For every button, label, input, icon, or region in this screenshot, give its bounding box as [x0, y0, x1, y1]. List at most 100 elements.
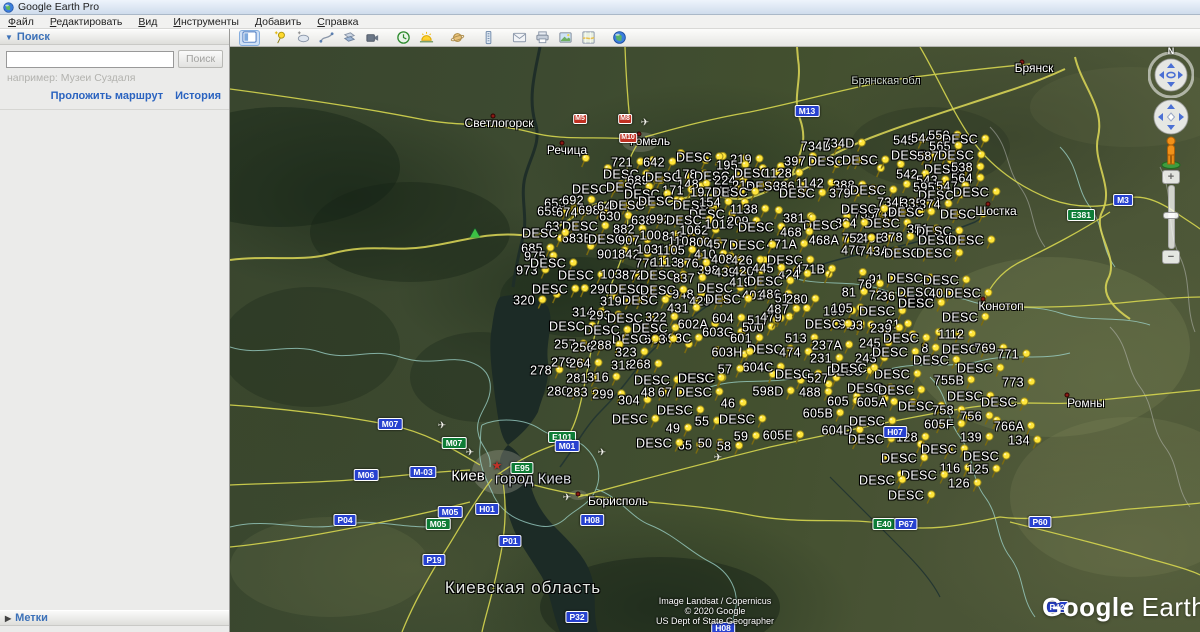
placemark[interactable]: DESC — [953, 185, 1001, 201]
placemark[interactable]: 603H — [711, 345, 754, 361]
placemark[interactable]: 46 — [721, 396, 748, 412]
placemark[interactable]: DESC — [622, 293, 670, 309]
placemark[interactable]: DESC — [747, 274, 795, 290]
add-placemark-button[interactable] — [270, 30, 291, 46]
placemark[interactable]: DESC — [676, 385, 724, 401]
placemark[interactable]: 381 — [783, 211, 817, 227]
placemark[interactable]: 604 — [712, 311, 746, 327]
placemark[interactable]: DESC — [779, 186, 827, 202]
zoom-out-button[interactable]: − — [1162, 250, 1180, 264]
placemark[interactable]: 771 — [997, 347, 1031, 363]
placemark[interactable]: DESC — [874, 367, 922, 383]
zoom-slider-handle[interactable] — [1163, 212, 1179, 219]
placemark[interactable]: DESC — [831, 361, 879, 377]
placemark[interactable]: DESC — [948, 233, 996, 249]
earth-sphere-button[interactable] — [609, 30, 630, 46]
placemark[interactable]: 773 — [1002, 375, 1036, 391]
placemark[interactable]: DESC — [532, 282, 580, 298]
placemark[interactable]: 76 — [858, 277, 885, 293]
placemark[interactable]: 125 — [967, 462, 1001, 478]
history-link[interactable]: История — [175, 90, 221, 102]
menu-item-3[interactable]: Инструменты — [165, 16, 246, 28]
placemark[interactable]: DESC — [719, 412, 767, 428]
add-path-button[interactable] — [316, 30, 337, 46]
placemark[interactable]: 55 — [695, 414, 722, 430]
placemark[interactable]: DESC — [705, 292, 753, 308]
placemark[interactable]: 487 — [767, 302, 801, 318]
add-image-overlay-button[interactable] — [339, 30, 360, 46]
search-input[interactable] — [6, 50, 174, 68]
placemark-pin[interactable] — [579, 283, 590, 303]
placemark[interactable]: DESC — [881, 451, 929, 467]
placemark[interactable]: DESC — [584, 323, 632, 339]
placemark[interactable]: DESC — [632, 321, 680, 337]
placemark[interactable]: DESC — [901, 468, 949, 484]
placemark[interactable]: DESC — [636, 436, 684, 452]
placemark[interactable]: 264 — [569, 356, 603, 372]
placemark[interactable]: 126 — [948, 476, 982, 492]
menu-item-4[interactable]: Добавить — [247, 16, 309, 28]
sidebar-panels-button[interactable] — [239, 29, 260, 46]
save-image-button[interactable] — [555, 30, 576, 46]
search-button[interactable]: Поиск — [178, 50, 223, 68]
placemark[interactable]: DESC — [558, 268, 606, 284]
placemark[interactable]: DESC — [883, 331, 931, 347]
look-joystick[interactable] — [1147, 51, 1195, 99]
menu-item-0[interactable]: Файл — [0, 16, 42, 28]
placemark[interactable]: DESC — [678, 371, 726, 387]
zoom-in-button[interactable]: + — [1162, 170, 1180, 184]
placemark[interactable]: 59 — [734, 429, 761, 445]
map-viewport[interactable]: 721 642 DESC 219 195 DESC 689 DESC 178 DESC 224 DES… — [230, 47, 1200, 632]
placemark[interactable]: DESC — [634, 373, 682, 389]
placemark[interactable]: 605F — [924, 417, 966, 433]
placemark[interactable]: DESC — [522, 226, 570, 242]
placemark[interactable]: 12 — [950, 327, 977, 343]
placemark[interactable]: 755B — [934, 373, 976, 389]
placemark[interactable]: 49 — [666, 421, 693, 437]
title-bar[interactable]: Google Earth Pro — [0, 0, 1200, 15]
add-polygon-button[interactable] — [293, 30, 314, 46]
menu-item-2[interactable]: Вид — [130, 16, 165, 28]
placemark[interactable]: 598D — [752, 384, 795, 400]
placemark[interactable]: DESC — [888, 488, 936, 504]
placemark[interactable]: DESC — [981, 395, 1029, 411]
placemark[interactable]: 605E — [763, 428, 805, 444]
placemark[interactable]: 268 — [629, 357, 663, 373]
placemark[interactable]: 766A — [994, 419, 1036, 435]
placemark[interactable]: DESC — [913, 353, 961, 369]
placemark[interactable]: 445 — [752, 261, 786, 277]
places-panel-header[interactable]: ▶ Метки — [0, 610, 229, 626]
placemark[interactable]: 474 — [779, 345, 813, 361]
placemark[interactable]: DESC — [898, 296, 946, 312]
move-joystick[interactable] — [1153, 99, 1189, 135]
placemark[interactable]: 316 — [587, 370, 621, 386]
placemark[interactable]: DESC — [916, 246, 964, 262]
menu-item-1[interactable]: Редактировать — [42, 16, 131, 28]
placemark[interactable]: DESC — [842, 153, 890, 169]
search-panel-header[interactable]: ▼ Поиск — [0, 29, 229, 45]
email-button[interactable] — [509, 30, 530, 46]
sunlight-button[interactable] — [416, 30, 437, 46]
placemark[interactable]: DESC — [729, 238, 777, 254]
placemark[interactable]: DESC — [841, 202, 889, 218]
placemark[interactable]: 378 — [881, 230, 915, 246]
historical-imagery-button[interactable] — [393, 30, 414, 46]
pegman[interactable] — [1160, 135, 1182, 174]
print-button[interactable] — [532, 30, 553, 46]
planets-button[interactable] — [447, 30, 468, 46]
placemark[interactable]: 734D — [823, 136, 866, 152]
placemark[interactable]: DESC — [859, 473, 907, 489]
record-tour-button[interactable] — [362, 30, 383, 46]
view-in-maps-button[interactable] — [578, 30, 599, 46]
ruler-button[interactable] — [478, 30, 499, 46]
placemark[interactable]: 237A — [812, 338, 854, 354]
placemark[interactable]: 134 — [1008, 433, 1042, 449]
placemark[interactable]: DESC — [864, 216, 912, 232]
placemark[interactable]: DESC — [805, 317, 853, 333]
placemark[interactable]: DESC — [612, 412, 660, 428]
placemark[interactable]: 605A — [857, 395, 899, 411]
get-directions-link[interactable]: Проложить маршрут — [51, 90, 163, 102]
placemark[interactable]: 605B — [803, 406, 845, 422]
menu-item-5[interactable]: Справка — [309, 16, 366, 28]
placemark[interactable]: DESC — [738, 220, 786, 236]
